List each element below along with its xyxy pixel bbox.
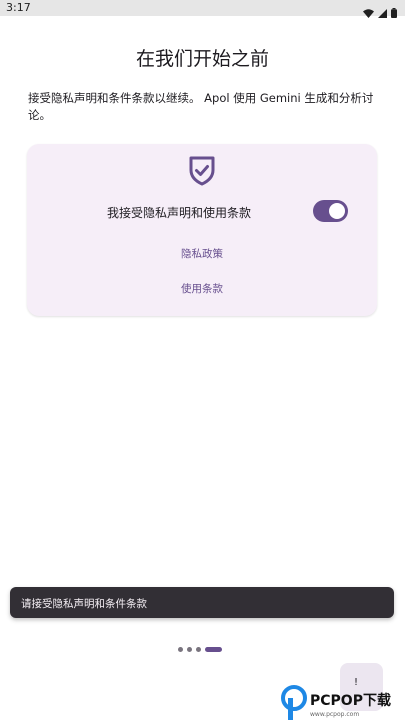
snackbar: 请接受隐私声明和条件条款 [10, 587, 394, 618]
page-dot-4-active [205, 647, 222, 652]
intro-text: 接受隐私声明和条件条款以继续。 Apol 使用 Gemini 生成和分析讨论。 [28, 91, 374, 122]
page-title: 在我们开始之前 [135, 48, 269, 70]
svg-text:PCPOP下载: PCPOP下载 [310, 692, 391, 709]
page-dot-2 [187, 647, 192, 652]
watermark-logo: PCPOP下载 www.pcpop.com [281, 683, 405, 720]
status-time: 3:17 [6, 1, 31, 14]
accept-terms-toggle[interactable] [313, 200, 348, 222]
accept-terms-label: 我接受隐私声明和使用条款 [107, 206, 252, 220]
svg-text:www.pcpop.com: www.pcpop.com [310, 711, 359, 718]
page-dot-1 [178, 647, 183, 652]
signal-icon [378, 3, 387, 22]
shield-check-icon [188, 154, 216, 186]
wifi-icon [363, 3, 374, 22]
terms-of-use-link[interactable]: 使用条款 [27, 281, 377, 296]
status-bar: 3:17 [0, 0, 405, 18]
battery-icon [391, 3, 397, 22]
privacy-policy-link[interactable]: 隐私政策 [27, 246, 377, 261]
status-icons [363, 3, 397, 22]
page-dot-3 [196, 647, 201, 652]
consent-card: 我接受隐私声明和使用条款 隐私政策 使用条款 [27, 144, 377, 316]
snackbar-message: 请接受隐私声明和条件条款 [21, 598, 147, 610]
page-indicator [178, 646, 222, 653]
toggle-knob [329, 203, 345, 219]
